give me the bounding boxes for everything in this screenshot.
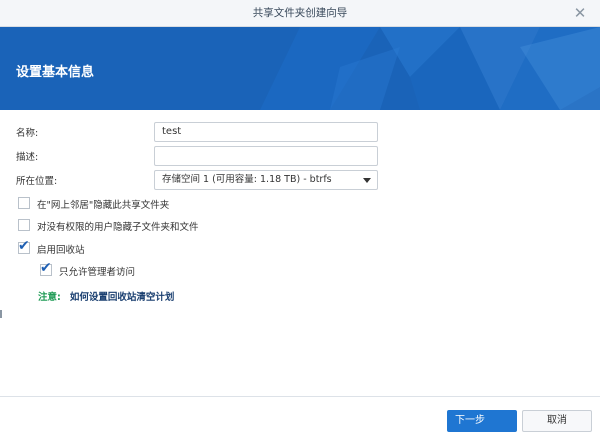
note: 注意: 如何设置回收站清空计划 (38, 289, 174, 303)
page-title: 设置基本信息 (16, 65, 95, 80)
location-value: 存储空间 1 (可用容量: 1.18 TB) - btrfs (162, 174, 332, 185)
note-label: 注意: (38, 292, 61, 303)
hide-network-checkbox[interactable] (18, 197, 30, 209)
resize-handle (0, 310, 2, 318)
admin-only-label: 只允许管理者访问 (59, 267, 136, 278)
location-label: 所在位置: (16, 176, 58, 187)
enable-recycle-bin-checkbox[interactable]: ✔ (18, 238, 30, 254)
cancel-button[interactable]: 取消 (522, 410, 592, 432)
name-input[interactable]: test (154, 122, 378, 142)
window-title: 共享文件夹创建向导 (252, 7, 348, 19)
name-label: 名称: (16, 128, 39, 139)
chevron-down-icon (363, 178, 371, 183)
admin-only-checkbox[interactable]: ✔ (40, 260, 52, 276)
window-titlebar: 共享文件夹创建向导 ✕ (0, 0, 600, 27)
close-icon[interactable]: ✕ (572, 0, 588, 27)
hide-subfolders-checkbox[interactable] (18, 219, 30, 231)
hide-network-label: 在"网上邻居"隐藏此共享文件夹 (37, 200, 170, 211)
checkmark-icon: ✔ (18, 238, 30, 254)
next-button[interactable]: 下一步 (447, 410, 517, 432)
hide-subfolders-label: 对没有权限的用户隐藏子文件夹和文件 (37, 222, 199, 233)
description-input[interactable] (154, 146, 378, 166)
checkmark-icon: ✔ (40, 260, 52, 276)
header-banner: 设置基本信息 (0, 27, 600, 110)
location-select[interactable]: 存储空间 1 (可用容量: 1.18 TB) - btrfs (154, 170, 378, 190)
recycle-schedule-link[interactable]: 如何设置回收站清空计划 (70, 292, 175, 303)
enable-recycle-bin-label: 启用回收站 (37, 245, 85, 256)
description-label: 描述: (16, 152, 39, 163)
footer-divider (0, 396, 600, 397)
